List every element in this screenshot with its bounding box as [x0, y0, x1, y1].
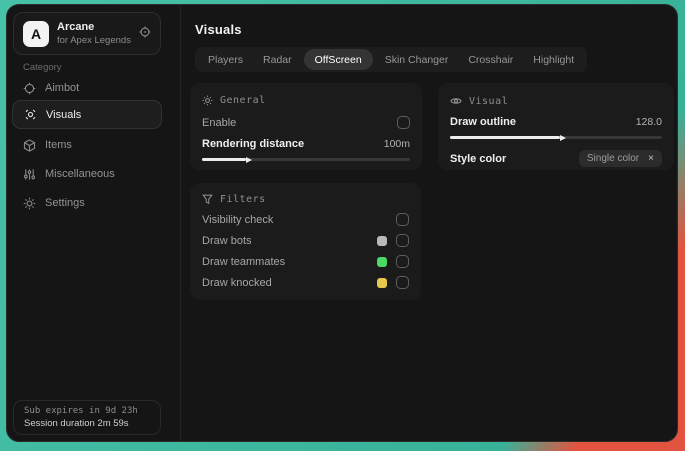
style-color-select[interactable]: Single color ×: [578, 150, 662, 167]
draw-outline-value: 128.0: [635, 116, 662, 128]
app-name: Arcane: [57, 21, 95, 33]
draw-teammates-checkbox[interactable]: [396, 255, 409, 268]
sidebar-item-label: Items: [45, 139, 72, 151]
main-content: Visuals Players Radar OffScreen Skin Cha…: [182, 5, 677, 441]
draw-teammates-label: Draw teammates: [202, 255, 286, 268]
subscription-info-card: Sub expires in 9d 23h Session duration 2…: [13, 400, 161, 435]
scan-eye-icon: [24, 108, 37, 121]
draw-outline-label: Draw outline: [450, 116, 517, 128]
panel-title: General: [220, 95, 266, 106]
tab-highlight[interactable]: Highlight: [523, 47, 584, 72]
style-color-label: Style color: [450, 152, 507, 165]
tab-skin-changer[interactable]: Skin Changer: [375, 47, 459, 72]
draw-knocked-color-swatch[interactable]: [377, 277, 387, 288]
sidebar-item-label: Settings: [45, 197, 85, 209]
sidebar-item-aimbot[interactable]: Aimbot: [12, 75, 162, 101]
filters-panel: Filters Visibility check Draw bots Draw …: [190, 183, 421, 300]
slider-fill[interactable]: [450, 136, 561, 139]
gear-icon: [23, 197, 36, 210]
sidebar-item-visuals[interactable]: Visuals: [12, 100, 162, 129]
app-window: A Arcane for Apex Legends Category Aimbo…: [6, 4, 678, 442]
category-label: Category: [23, 62, 62, 73]
visual-panel: Visual Draw outline 128.0 Style color Si…: [438, 83, 674, 170]
sun-icon: [202, 95, 213, 106]
tab-offscreen[interactable]: OffScreen: [303, 49, 373, 70]
panel-title: Visual: [469, 95, 509, 107]
rendering-distance-label: Rendering distance: [202, 138, 305, 150]
rendering-distance-value: 100m: [383, 138, 410, 150]
sidebar-item-label: Visuals: [46, 108, 82, 121]
panel-title: Filters: [220, 194, 266, 205]
sidebar: A Arcane for Apex Legends Category Aimbo…: [7, 5, 181, 441]
tab-players[interactable]: Players: [198, 47, 253, 72]
draw-bots-color-swatch[interactable]: [377, 235, 387, 246]
visibility-check-label: Visibility check: [202, 213, 274, 226]
session-duration-text: Session duration 2m 59s: [24, 418, 129, 429]
crosshair-icon: [23, 82, 36, 95]
eye-icon: [450, 95, 462, 107]
tab-bar: Players Radar OffScreen Skin Changer Cro…: [195, 47, 588, 72]
sliders-icon: [23, 168, 36, 181]
draw-teammates-color-swatch[interactable]: [377, 256, 387, 267]
draw-knocked-checkbox[interactable]: [396, 276, 409, 289]
app-subtitle: for Apex Legends: [57, 35, 131, 46]
sidebar-item-settings[interactable]: Settings: [12, 190, 162, 216]
tab-crosshair[interactable]: Crosshair: [458, 47, 523, 72]
clear-icon[interactable]: ×: [648, 153, 654, 164]
enable-label: Enable: [202, 116, 237, 129]
draw-knocked-label: Draw knocked: [202, 276, 272, 289]
app-header-card: A Arcane for Apex Legends: [13, 12, 161, 55]
sub-expires-text: Sub expires in 9d 23h: [24, 406, 138, 416]
slider-fill[interactable]: [202, 158, 246, 161]
style-color-selected: Single color: [586, 153, 640, 164]
sidebar-item-label: Aimbot: [45, 82, 80, 94]
draw-bots-label: Draw bots: [202, 234, 252, 247]
rendering-distance-slider[interactable]: [202, 158, 410, 161]
app-logo: A: [23, 20, 49, 47]
funnel-icon: [202, 194, 213, 205]
sidebar-item-miscellaneous[interactable]: Miscellaneous: [12, 161, 162, 187]
draw-bots-checkbox[interactable]: [396, 234, 409, 247]
enable-checkbox[interactable]: [397, 116, 410, 129]
general-panel: General Enable Rendering distance 100m: [190, 83, 422, 170]
tab-radar[interactable]: Radar: [253, 47, 302, 72]
draw-outline-slider[interactable]: [450, 136, 662, 139]
sidebar-item-label: Miscellaneous: [45, 168, 115, 180]
cube-icon: [23, 138, 36, 152]
target-icon[interactable]: [139, 25, 151, 43]
page-title: Visuals: [195, 22, 242, 37]
visibility-check-checkbox[interactable]: [396, 213, 409, 226]
sidebar-item-items[interactable]: Items: [12, 132, 162, 158]
